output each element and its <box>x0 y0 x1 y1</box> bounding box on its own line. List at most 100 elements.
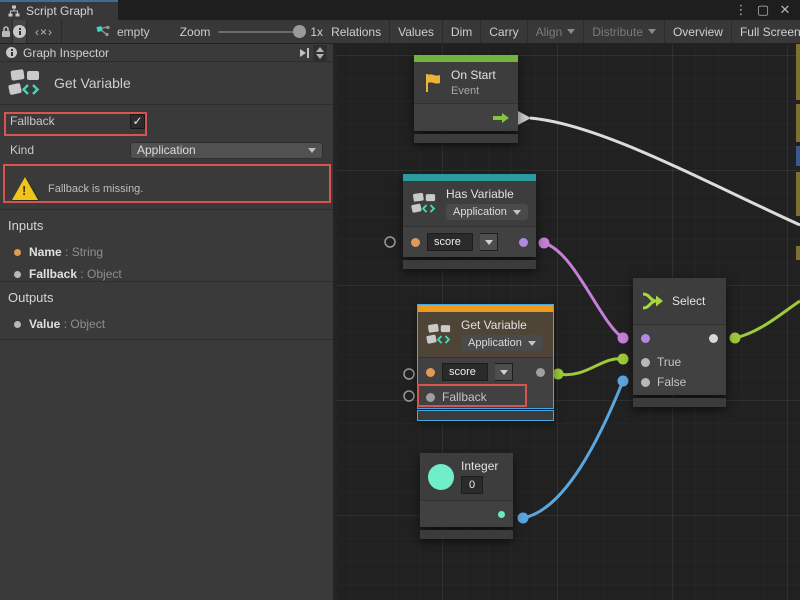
control-arrow-icon <box>492 112 510 124</box>
output-row-value: Value : Object <box>8 313 325 335</box>
variable-name-dropdown[interactable] <box>480 233 498 251</box>
panel-spinner[interactable] <box>313 45 327 61</box>
kind-dropdown-value: Application <box>137 143 196 157</box>
edge-artifact <box>796 172 800 216</box>
wire-select-out[interactable] <box>730 301 800 344</box>
kind-dropdown[interactable]: Application <box>130 142 323 159</box>
node-has-variable[interactable]: Has Variable Application score <box>403 174 536 269</box>
node-title: Has Variable <box>446 187 528 201</box>
graph-ref-icon <box>96 25 111 38</box>
window-menu-icon[interactable]: ⋮ <box>732 2 750 18</box>
unconnected-port-ring[interactable] <box>404 369 414 379</box>
condition-input-port[interactable] <box>641 334 650 343</box>
name-input-port[interactable] <box>411 238 420 247</box>
selection-output-port[interactable] <box>709 334 718 343</box>
node-select[interactable]: Select True False <box>633 278 726 407</box>
integer-output-port[interactable] <box>498 511 505 518</box>
unit-header: Get Variable <box>0 62 333 105</box>
variable-name-field[interactable]: score <box>442 363 488 381</box>
unconnected-port-ring[interactable] <box>385 237 395 247</box>
chevron-down-icon <box>648 29 656 34</box>
unconnected-port-ring[interactable] <box>404 391 414 401</box>
lock-button[interactable] <box>0 20 13 43</box>
variable-name-dropdown[interactable] <box>495 363 513 381</box>
chevron-down-icon <box>528 341 536 346</box>
fallback-checkbox[interactable]: ✓ <box>130 114 145 129</box>
variable-unit-icon <box>8 68 44 98</box>
fallback-field-label: Fallback <box>10 114 130 128</box>
dim-button[interactable]: Dim <box>443 20 481 43</box>
node-get-variable[interactable]: Get Variable Application score <box>418 305 553 420</box>
node-integer[interactable]: Integer 0 <box>420 453 513 539</box>
inspector-toggle-button[interactable] <box>13 20 27 43</box>
variable-kind-dropdown[interactable]: Application <box>446 204 528 220</box>
zoom-slider-knob[interactable] <box>293 25 306 38</box>
integer-icon <box>428 464 454 490</box>
node-title: Get Variable <box>461 318 543 332</box>
code-preview-button[interactable]: ‹×› <box>27 20 62 43</box>
variable-kind-dropdown[interactable]: Application <box>461 335 543 351</box>
chevron-down-icon <box>316 54 324 59</box>
input-row-name: Name : String <box>8 241 325 263</box>
outputs-title: Outputs <box>8 290 325 305</box>
close-icon[interactable]: ✕ <box>776 2 794 18</box>
dock-right-icon[interactable] <box>300 48 309 58</box>
chevron-down-icon <box>567 29 575 34</box>
variable-name-field[interactable]: score <box>427 233 473 251</box>
node-footer <box>403 260 536 269</box>
wires-layer <box>337 44 800 600</box>
variable-colorbar <box>418 305 553 312</box>
wire-getvariable-select[interactable] <box>553 354 629 380</box>
zoom-slider[interactable] <box>218 31 302 33</box>
warning-message: Fallback is missing. <box>48 183 143 195</box>
values-button[interactable]: Values <box>390 20 443 43</box>
lock-icon <box>0 25 12 38</box>
chevron-down-icon <box>308 148 316 153</box>
warning-icon: ! <box>12 177 38 200</box>
tab-label: Script Graph <box>26 4 93 18</box>
event-colorbar <box>414 55 518 62</box>
node-footer <box>418 411 553 420</box>
value-output-port[interactable] <box>536 368 545 377</box>
chevron-down-icon <box>500 370 508 375</box>
wire-control-onstart[interactable] <box>518 111 800 225</box>
graph-reference[interactable]: empty <box>96 20 150 43</box>
name-input-port[interactable] <box>426 368 435 377</box>
inspector-header: Graph Inspector <box>0 44 333 62</box>
carry-button[interactable]: Carry <box>481 20 527 43</box>
tab-script-graph[interactable]: Script Graph <box>0 0 118 20</box>
port-dot-icon <box>14 321 21 328</box>
fallback-port-label: Fallback <box>442 390 487 404</box>
select-merge-icon <box>641 289 665 313</box>
kind-field-label: Kind <box>10 143 130 157</box>
chevron-down-icon <box>485 240 493 245</box>
info-icon <box>6 47 17 58</box>
overview-button[interactable]: Overview <box>665 20 732 43</box>
inspector-title: Graph Inspector <box>23 46 109 60</box>
fallback-input-port[interactable] <box>426 393 435 402</box>
false-input-port[interactable] <box>641 378 650 387</box>
node-title: Select <box>672 294 705 308</box>
node-subtitle: Event <box>451 85 496 97</box>
control-output-port[interactable] <box>492 112 510 124</box>
node-on-start[interactable]: On Start Event <box>414 55 518 143</box>
align-button[interactable]: Align <box>528 20 585 43</box>
node-footer <box>633 398 726 407</box>
relations-button[interactable]: Relations <box>323 20 390 43</box>
port-dot-icon <box>14 271 21 278</box>
false-port-label: False <box>657 375 686 389</box>
maximize-icon[interactable]: ▢ <box>754 2 772 18</box>
zoom-label: Zoom <box>180 25 211 39</box>
node-title: Integer <box>461 459 498 473</box>
graph-canvas[interactable]: On Start Event <box>337 44 800 600</box>
variable-colorbar <box>403 174 536 181</box>
integer-value-field[interactable]: 0 <box>461 476 483 494</box>
true-input-port[interactable] <box>641 358 650 367</box>
full-screen-button[interactable]: Full Screen <box>732 20 800 43</box>
info-icon <box>13 25 26 38</box>
chevron-up-icon <box>316 47 324 52</box>
distribute-button[interactable]: Distribute <box>584 20 665 43</box>
kind-field-row: Kind Application <box>0 137 333 163</box>
result-output-port[interactable] <box>519 238 528 247</box>
graph-hierarchy-icon <box>8 5 20 17</box>
